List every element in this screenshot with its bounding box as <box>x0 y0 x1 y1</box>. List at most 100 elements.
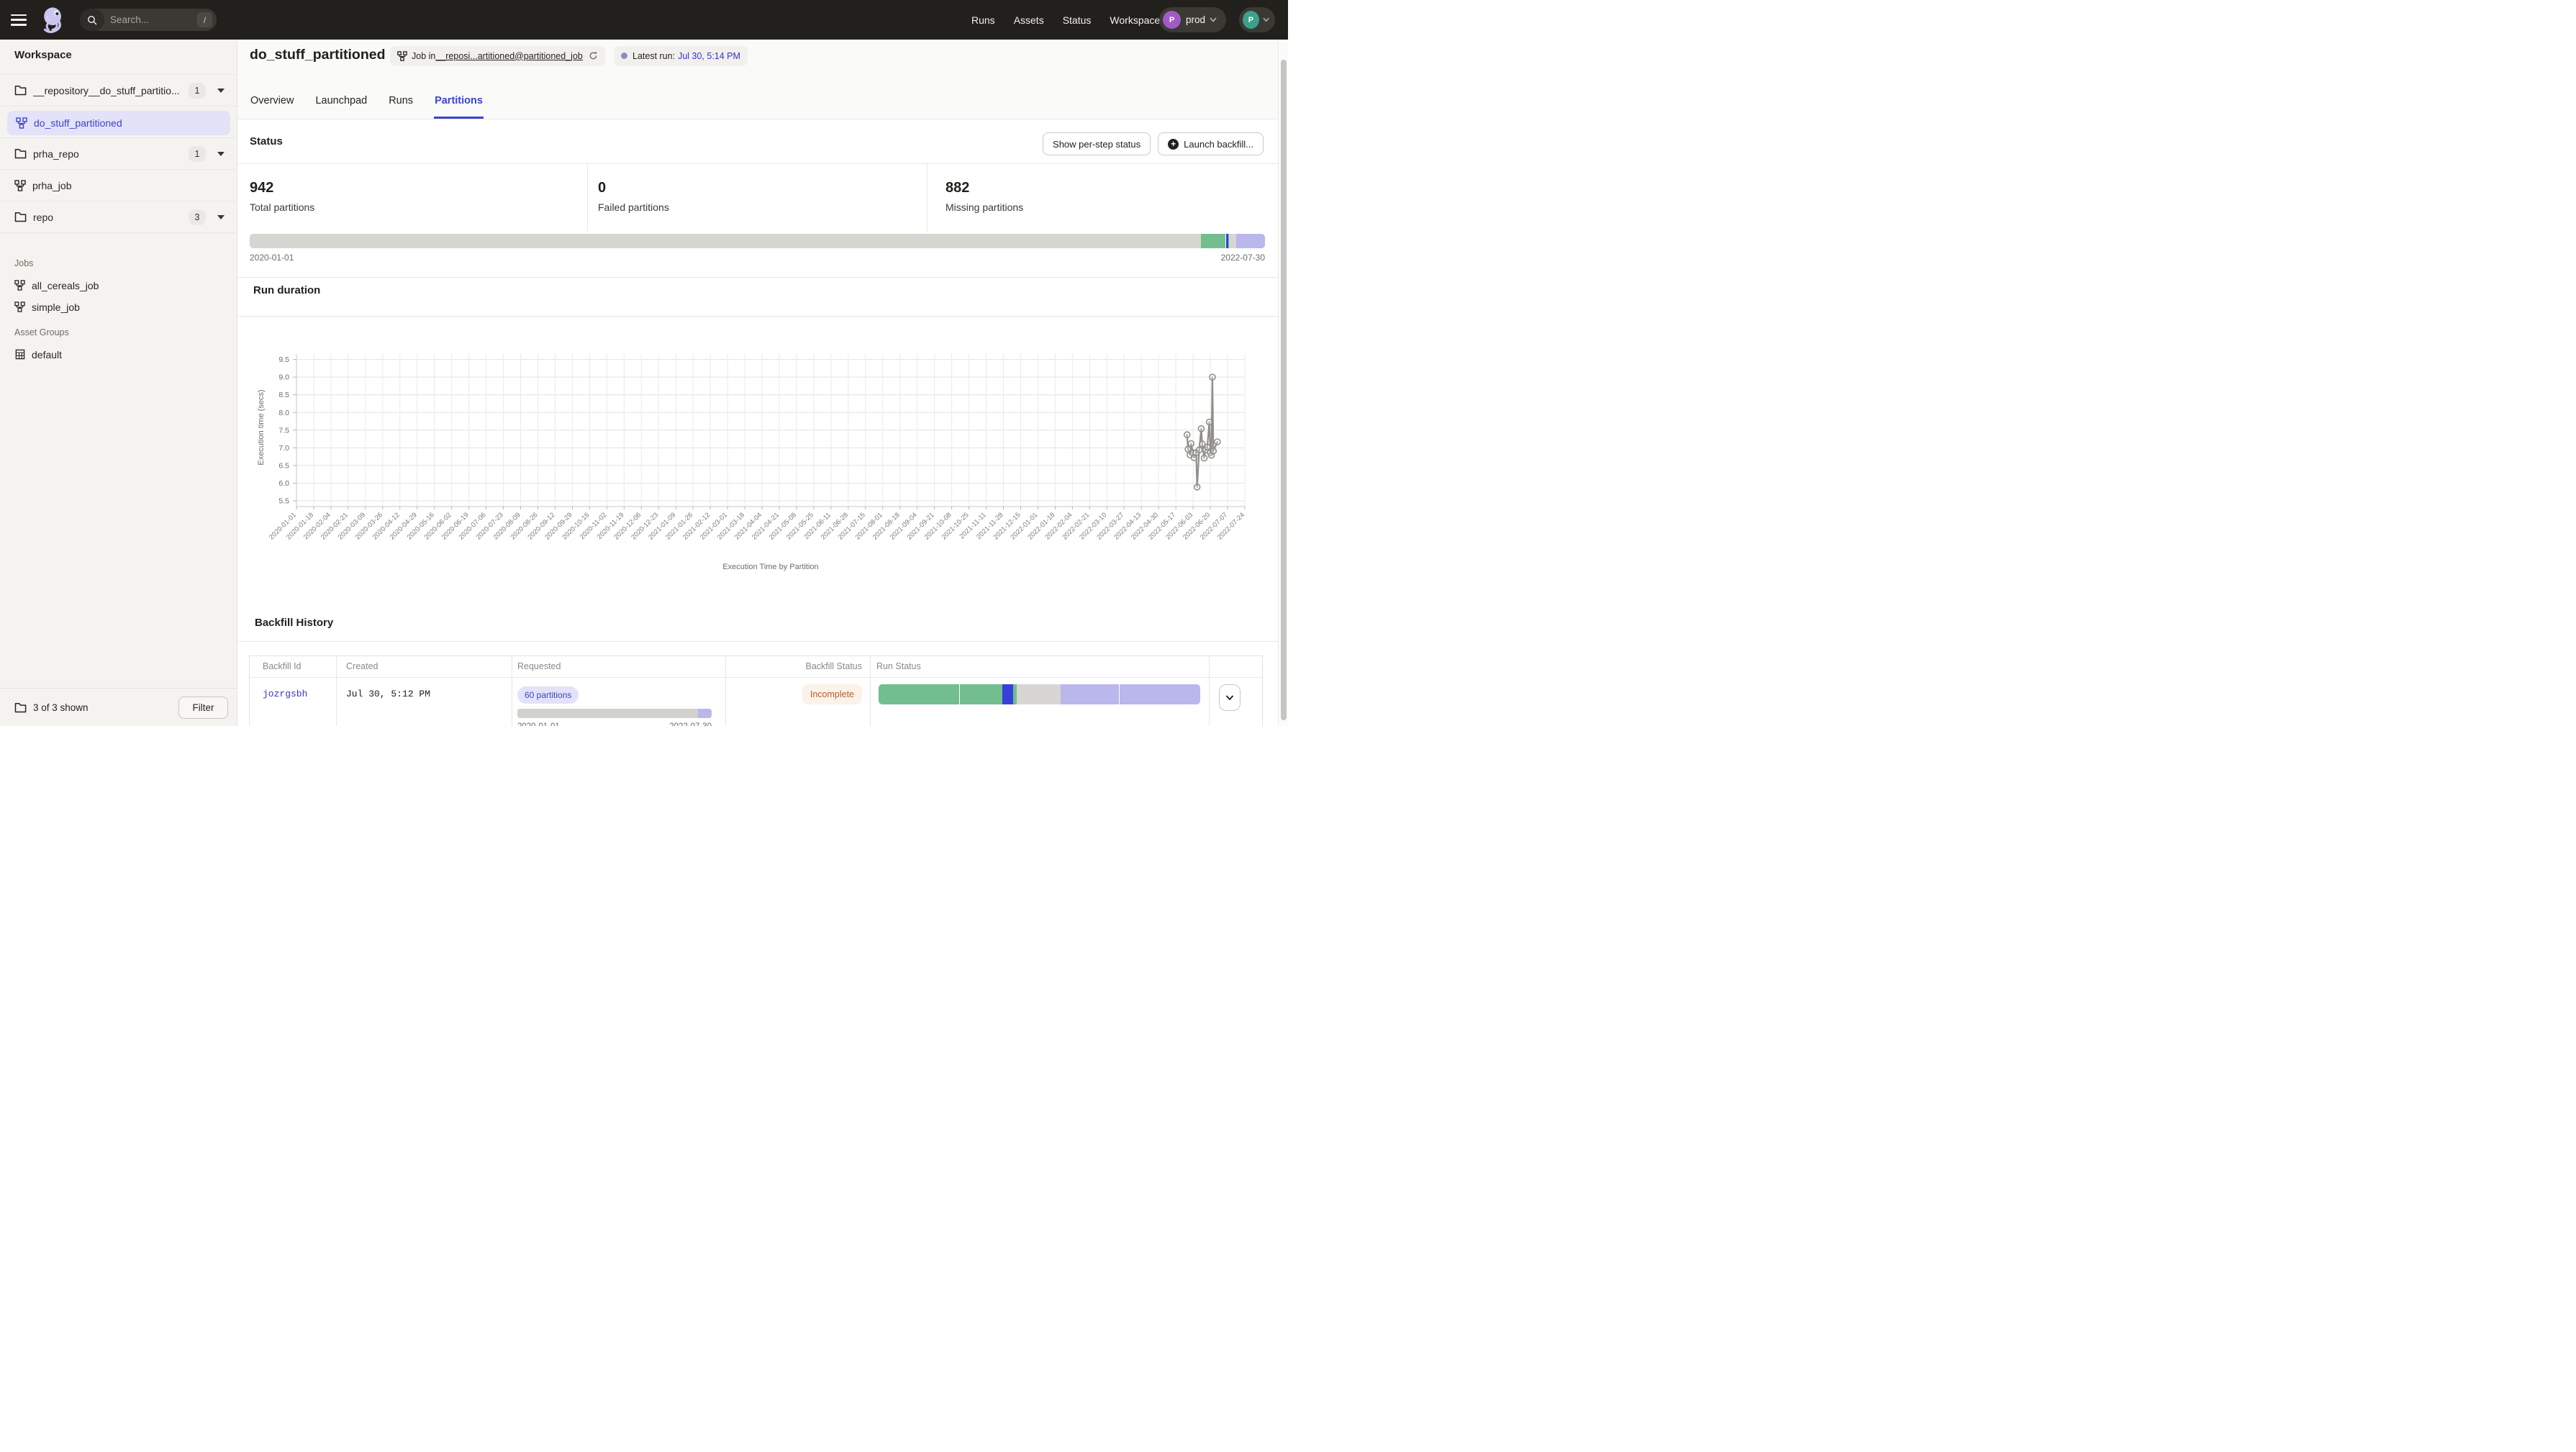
chevron-down-icon <box>1263 17 1269 22</box>
y-tick-label: 7.5 <box>278 426 289 435</box>
data-point-marker[interactable] <box>1188 441 1194 447</box>
tab-overview[interactable]: Overview <box>250 85 294 119</box>
job-icon <box>14 301 25 312</box>
tab-launchpad[interactable]: Launchpad <box>314 85 368 119</box>
filter-button[interactable]: Filter <box>178 696 228 719</box>
nav-link-runs[interactable]: Runs <box>971 14 995 26</box>
data-point-marker[interactable] <box>1197 447 1202 453</box>
top-navbar: Search... / Runs Assets Status Workspace… <box>0 0 1288 40</box>
bar-segment <box>1002 684 1013 704</box>
data-point-marker[interactable] <box>1184 432 1190 437</box>
caret-down-icon[interactable] <box>217 89 225 93</box>
sidebar-item-label: __repository__do_stuff_partitio... <box>33 85 180 96</box>
status-actions: Show per-step status + Launch backfill..… <box>1043 132 1264 155</box>
jobs-section-label: Jobs <box>14 258 33 268</box>
nav-link-assets[interactable]: Assets <box>1014 14 1044 26</box>
tab-runs[interactable]: Runs <box>388 85 414 119</box>
deployment-switcher[interactable]: P prod <box>1159 7 1226 32</box>
search-shortcut-badge: / <box>197 12 212 27</box>
expand-row-button[interactable] <box>1219 684 1241 711</box>
bar-segment <box>1201 234 1225 248</box>
data-point-marker[interactable] <box>1210 448 1216 454</box>
caret-down-icon[interactable] <box>217 215 225 219</box>
requested-partitions-chip[interactable]: 60 partitions <box>517 686 579 704</box>
chevron-down-icon <box>1225 695 1234 701</box>
bar-segment <box>1017 684 1061 704</box>
y-tick-label: 5.5 <box>278 497 289 506</box>
y-tick-label: 6.5 <box>278 461 289 470</box>
tab-partitions[interactable]: Partitions <box>434 85 484 119</box>
section-divider <box>237 316 1278 317</box>
search-input[interactable]: Search... / <box>80 9 217 31</box>
partition-stats: 942 Total partitions 0 Failed partitions… <box>237 163 1278 230</box>
tab-bar: Overview Launchpad Runs Partitions <box>250 85 484 119</box>
run-status-dot <box>621 53 627 59</box>
job-chip-prefix: Job in <box>412 51 435 61</box>
sidebar-item-label: repo <box>33 212 53 223</box>
data-point-marker[interactable] <box>1205 444 1210 450</box>
job-chip-link[interactable]: __reposi...artitioned@partitioned_job <box>435 51 583 61</box>
page-header: do_stuff_partitioned Job in __reposi...a… <box>237 40 1278 119</box>
data-point-marker[interactable] <box>1210 374 1215 380</box>
search-icon <box>80 9 104 31</box>
job-location-chip[interactable]: Job in __reposi...artitioned@partitioned… <box>390 46 605 65</box>
backfill-created: Jul 30, 5:12 PM <box>346 689 430 699</box>
page-title: do_stuff_partitioned <box>250 47 386 63</box>
dagster-logo-icon[interactable] <box>40 6 67 35</box>
data-point-marker[interactable] <box>1202 455 1207 461</box>
folder-icon <box>14 148 27 159</box>
status-heading: Status <box>250 135 283 148</box>
nav-links: Runs Assets Status Workspace <box>971 0 1160 40</box>
stat-value: 942 <box>250 180 587 196</box>
deployment-label: prod <box>1186 14 1205 25</box>
data-point-marker[interactable] <box>1194 484 1200 490</box>
stat-label: Total partitions <box>250 201 587 213</box>
x-axis-title: Execution Time by Partition <box>722 563 818 571</box>
caret-down-icon[interactable] <box>217 152 225 156</box>
col-requested: Requested <box>517 661 561 671</box>
item-count-badge: 1 <box>189 83 206 99</box>
nav-link-workspace[interactable]: Workspace <box>1110 14 1160 26</box>
stat-value: 0 <box>598 180 927 196</box>
y-tick-label: 8.5 <box>278 391 289 399</box>
run-duration-chart[interactable]: 5.56.06.57.07.58.08.59.09.52020-01-01202… <box>248 324 1270 583</box>
folder-icon <box>14 702 27 713</box>
sidebar-job-simple[interactable]: simple_job <box>0 297 237 317</box>
col-created: Created <box>346 661 378 671</box>
refresh-icon[interactable] <box>589 51 598 60</box>
sidebar-item-repository[interactable]: __repository__do_stuff_partitio... 1 <box>0 74 237 106</box>
nav-link-status[interactable]: Status <box>1063 14 1092 26</box>
run-duration-line <box>1187 377 1217 487</box>
scrollbar-thumb[interactable] <box>1281 60 1287 720</box>
data-point-marker[interactable] <box>1198 426 1204 432</box>
table-header-row: Backfill Id Created Requested Backfill S… <box>250 656 1262 678</box>
sidebar-item-prha-job[interactable]: prha_job <box>0 170 237 201</box>
sidebar-job-all-cereals[interactable]: all_cereals_job <box>0 276 237 295</box>
sidebar-row-separator <box>0 106 237 138</box>
job-icon <box>14 180 26 191</box>
run-status-bar[interactable] <box>879 684 1200 704</box>
latest-run-link[interactable]: Jul 30, 5:14 PM <box>678 51 740 61</box>
backfill-id-link[interactable]: jozrgsbh <box>263 689 307 699</box>
col-backfill-status: Backfill Status <box>805 661 862 671</box>
data-point-marker[interactable] <box>1215 439 1220 445</box>
item-count-badge: 3 <box>189 209 206 225</box>
y-tick-label: 8.0 <box>278 409 289 417</box>
folder-icon <box>14 212 27 222</box>
data-point-marker[interactable] <box>1207 419 1212 425</box>
user-menu[interactable]: P <box>1239 7 1275 32</box>
show-per-step-status-button[interactable]: Show per-step status <box>1043 132 1151 155</box>
sidebar-item-repo[interactable]: repo 3 <box>0 201 237 233</box>
plus-circle-icon: + <box>1168 139 1179 150</box>
backfill-status-badge: Incomplete <box>802 684 862 704</box>
vertical-scrollbar[interactable] <box>1278 40 1288 726</box>
sidebar-asset-group-default[interactable]: default <box>0 345 237 364</box>
job-icon <box>14 280 25 291</box>
sidebar-item-prha-repo[interactable]: prha_repo 1 <box>0 138 237 170</box>
latest-run-chip: Latest run: Jul 30, 5:14 PM <box>614 46 748 65</box>
col-backfill-id: Backfill Id <box>263 661 301 671</box>
job-label: all_cereals_job <box>32 280 99 291</box>
partition-status-bar[interactable] <box>250 234 1265 248</box>
hamburger-menu-icon[interactable] <box>11 14 27 26</box>
launch-backfill-button[interactable]: + Launch backfill... <box>1158 132 1264 155</box>
